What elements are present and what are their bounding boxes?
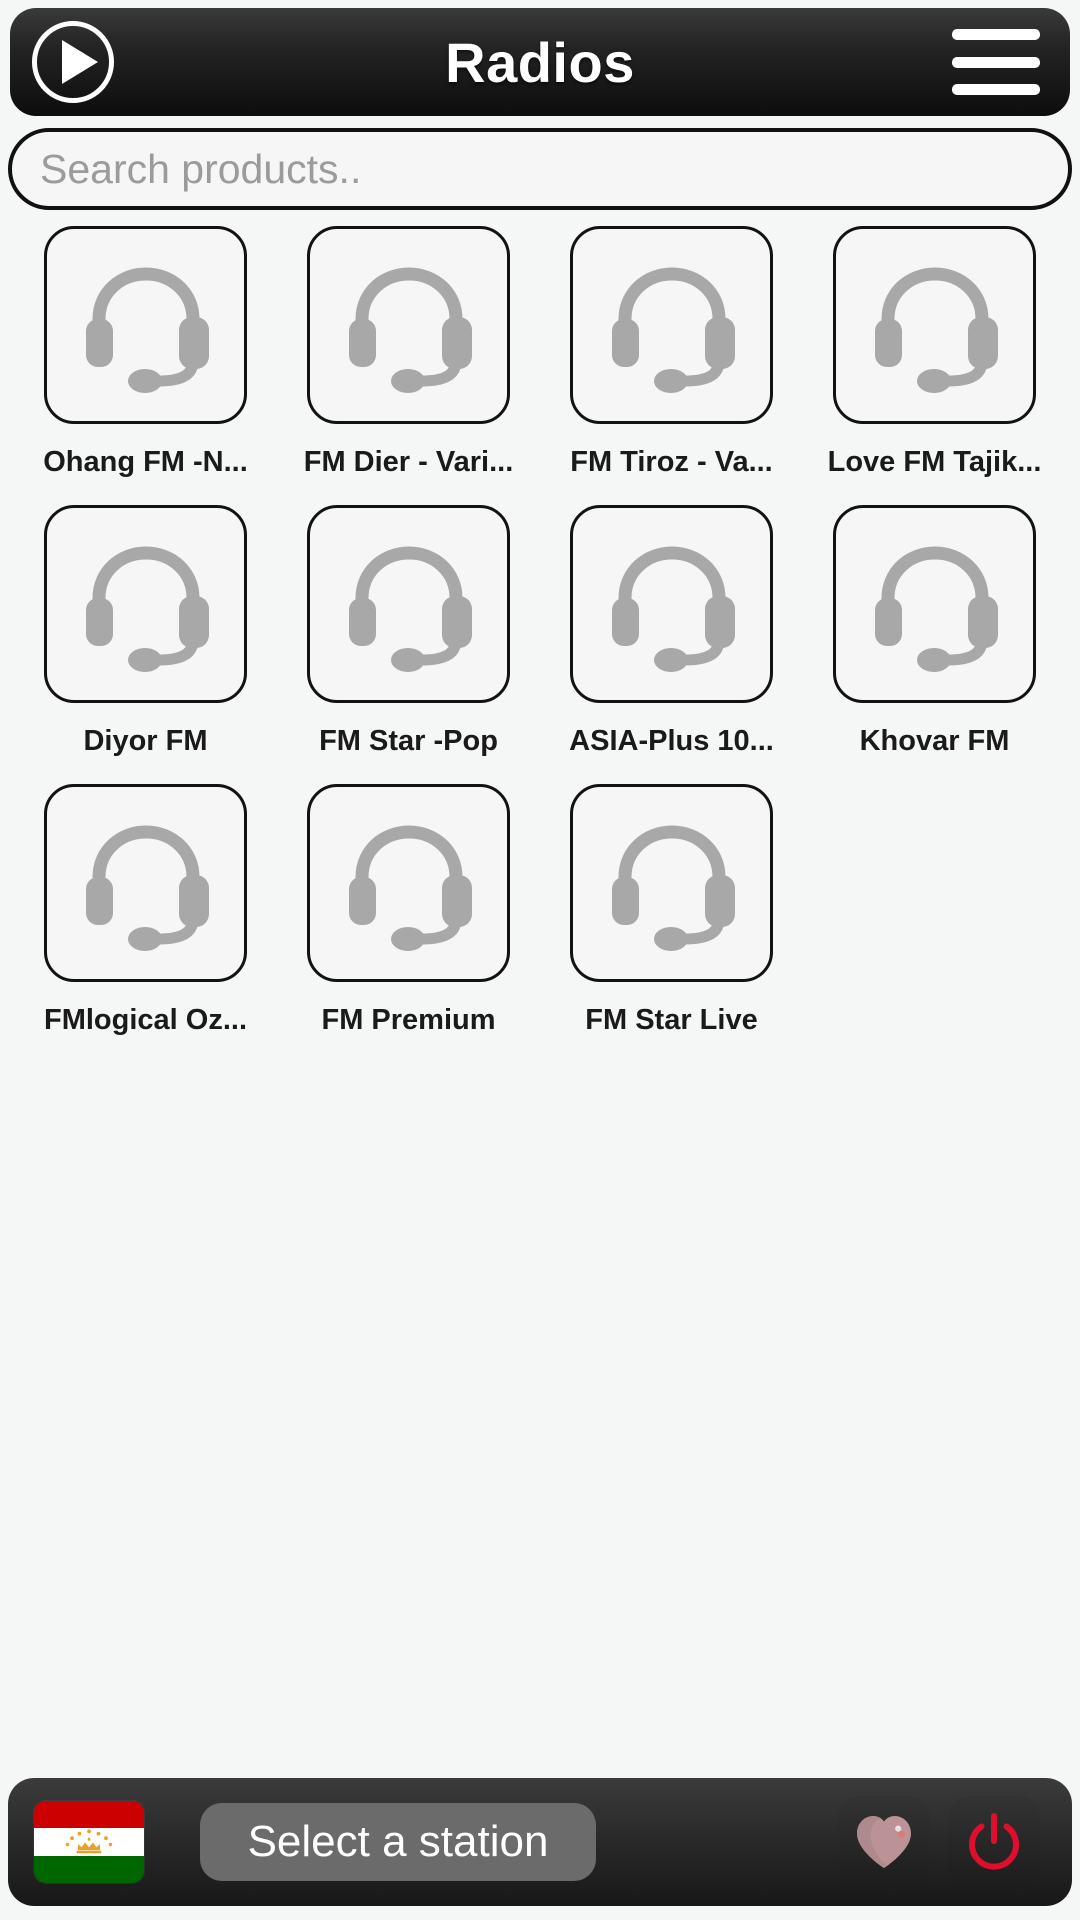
station-tile[interactable] [570,784,773,982]
station-label: ASIA-Plus 10... [569,725,774,757]
headset-icon [611,546,735,672]
station-label: FMlogical Oz... [43,1004,247,1036]
headset-icon [85,825,209,951]
station-cell[interactable]: FMlogical Oz... [14,784,277,1037]
favorite-button[interactable] [838,1796,930,1888]
hamburger-menu-icon[interactable] [952,29,1040,95]
station-cell[interactable]: FM Star Live [540,784,803,1037]
play-icon[interactable] [32,21,114,103]
station-tile[interactable] [833,226,1036,424]
headset-icon [874,546,998,672]
station-tile[interactable] [307,784,510,982]
play-triangle [62,40,98,84]
select-station-label: Select a station [247,1817,549,1866]
app-header: Radios [10,8,1070,116]
station-cell[interactable]: Diyor FM [14,505,277,758]
station-cell[interactable]: Love FM Tajik... [803,226,1066,479]
station-label: Diyor FM [83,725,208,757]
station-tile[interactable] [44,784,247,982]
select-station-button[interactable]: Select a station [200,1803,596,1881]
station-tile[interactable] [307,226,510,424]
player-bottom-bar: Select a station [8,1778,1072,1906]
station-cell[interactable]: FM Premium [277,784,540,1037]
app-root: Radios Search products.. Ohang FM -N... F… [0,0,1080,1920]
flag-stripe-green [34,1855,144,1883]
station-tile[interactable] [44,226,247,424]
headset-icon [611,267,735,393]
station-cell[interactable]: FM Dier - Vari... [277,226,540,479]
search-input[interactable]: Search products.. [8,128,1072,210]
station-tile[interactable] [307,505,510,703]
hamburger-bar-2 [952,56,1040,68]
station-cell[interactable]: Khovar FM [803,505,1066,758]
station-label: Khovar FM [859,725,1010,757]
power-button[interactable] [948,1796,1040,1888]
heart-icon [857,1816,911,1868]
station-tile[interactable] [833,505,1036,703]
headset-icon [85,267,209,393]
headset-icon [348,546,472,672]
station-grid: Ohang FM -N... FM Dier - Vari... FM Tiroz … [0,226,1080,1778]
station-label: Ohang FM -N... [43,446,248,478]
station-cell[interactable]: FM Star -Pop [277,505,540,758]
station-tile[interactable] [570,505,773,703]
search-section: Search products.. [8,128,1072,210]
headset-icon [611,825,735,951]
station-cell[interactable]: Ohang FM -N... [14,226,277,479]
flag-crown-emblem [34,1828,144,1855]
headset-icon [85,546,209,672]
headset-icon [874,267,998,393]
station-label: FM Dier - Vari... [303,446,514,478]
station-cell[interactable]: FM Tiroz - Va... [540,226,803,479]
station-tile[interactable] [44,505,247,703]
page-title: Radios [445,30,635,94]
station-cell[interactable]: ASIA-Plus 10... [540,505,803,758]
station-label: Love FM Tajik... [827,446,1042,478]
hamburger-bar-3 [952,84,1040,95]
headset-icon [348,267,472,393]
station-label: FM Premium [321,1004,496,1036]
headset-icon [348,825,472,951]
tajikistan-flag-icon[interactable] [34,1801,144,1883]
search-placeholder: Search products.. [40,145,362,192]
station-label: FM Star Live [585,1004,758,1036]
hamburger-bar-1 [952,29,1040,40]
power-icon [969,1813,1019,1870]
station-tile[interactable] [570,226,773,424]
station-label: FM Tiroz - Va... [570,446,773,478]
flag-stripe-red [34,1801,144,1829]
station-label: FM Star -Pop [319,725,498,757]
